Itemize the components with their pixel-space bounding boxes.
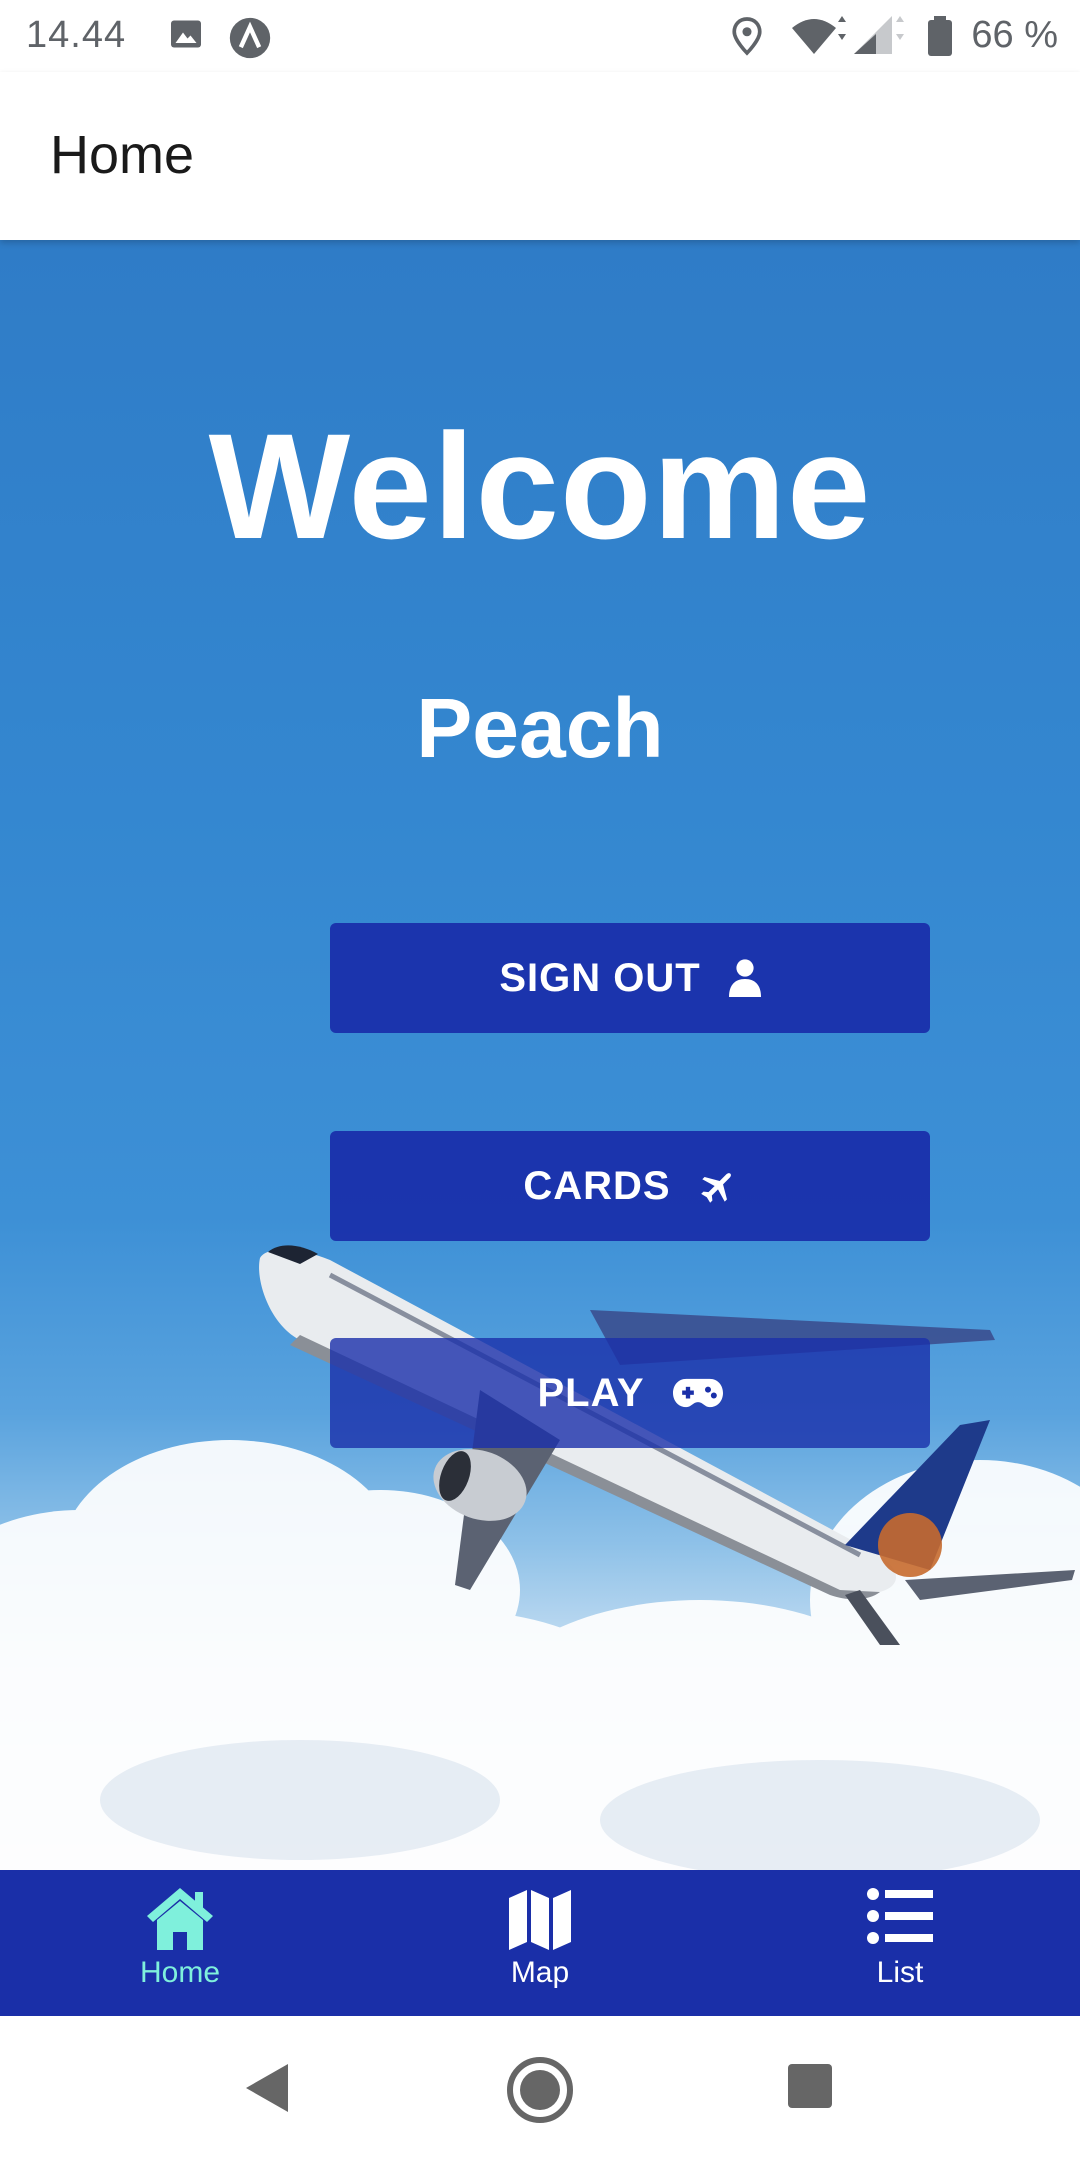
play-label: PLAY — [537, 1370, 645, 1415]
battery-percentage: 66 % — [971, 14, 1058, 56]
wifi-icon — [790, 16, 846, 56]
home-circle-icon[interactable] — [506, 2056, 574, 2129]
app-notification-icon — [228, 16, 272, 60]
bottom-navigation: Home Map List — [0, 1870, 1080, 2016]
welcome-heading: Welcome — [208, 402, 872, 570]
user-icon — [728, 959, 761, 997]
system-navigation-bar — [0, 2016, 1080, 2160]
plane-icon — [699, 1167, 737, 1205]
location-icon — [730, 16, 764, 56]
back-icon[interactable] — [244, 2062, 290, 2119]
gamepad-icon — [672, 1377, 723, 1409]
tab-home-label: Home — [139, 1956, 221, 1989]
status-time: 14.44 — [26, 14, 127, 56]
battery-icon — [928, 16, 952, 56]
user-name: Peach — [416, 681, 664, 775]
tab-list[interactable]: List — [720, 1870, 1080, 2016]
recents-icon[interactable] — [786, 2062, 834, 2115]
cards-button[interactable]: CARDS — [330, 1131, 930, 1241]
app-bar: Home — [0, 72, 1080, 240]
play-button[interactable]: PLAY — [330, 1338, 930, 1448]
map-icon — [507, 1886, 573, 1957]
image-icon — [168, 16, 204, 52]
tab-home[interactable]: Home — [0, 1870, 360, 2016]
tab-map-label: Map — [510, 1956, 570, 1989]
list-icon — [867, 1886, 933, 1951]
tab-list-label: List — [876, 1956, 924, 1989]
signal-icon — [852, 16, 908, 56]
home-icon — [145, 1886, 215, 1957]
status-bar: 14.44 66 % — [0, 0, 1080, 72]
page-title: Home — [50, 125, 195, 185]
tab-map[interactable]: Map — [360, 1870, 720, 2016]
sign-out-label: SIGN OUT — [499, 955, 701, 1000]
sign-out-button[interactable]: SIGN OUT — [330, 923, 930, 1033]
hero-background: Welcome Peach SIGN OUT CARDS PLAY — [0, 240, 1080, 1870]
cards-label: CARDS — [523, 1163, 671, 1208]
